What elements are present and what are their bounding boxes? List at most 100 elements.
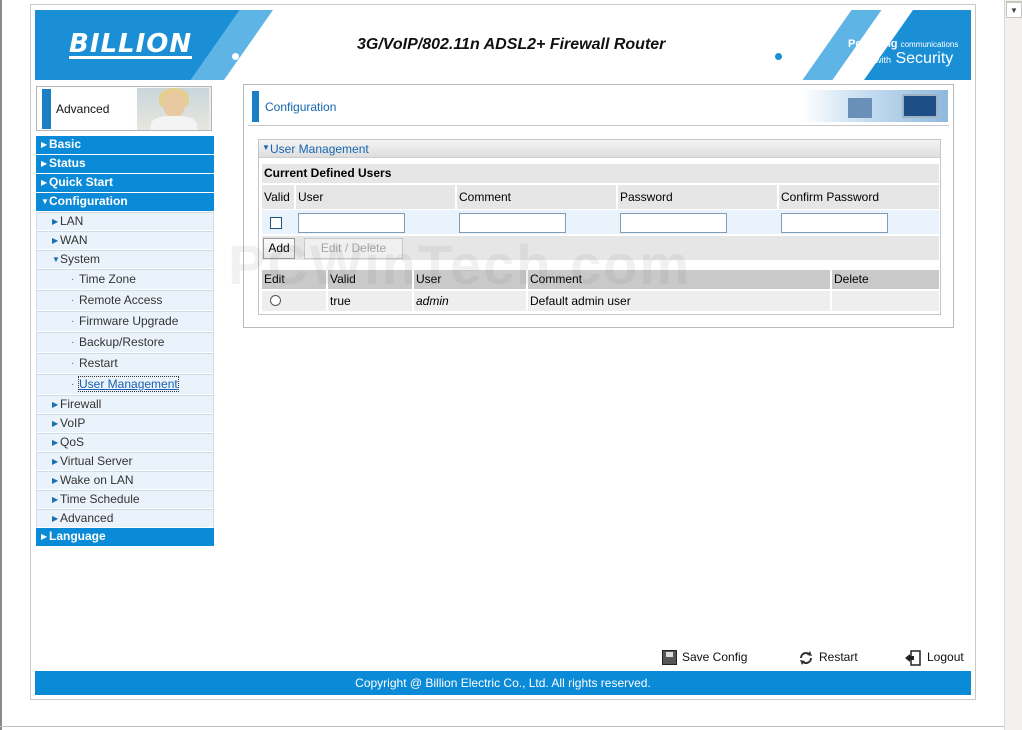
list-col-edit: Edit [262,270,326,289]
chevron-right-icon: ▶ [52,400,59,409]
copyright-bar: Copyright @ Billion Electric Co., Ltd. A… [35,671,971,695]
user-cell: admin [414,291,526,311]
bullet-icon: · [71,379,75,390]
sidebar-item-system[interactable]: ▼ System [36,250,214,269]
photo-part [151,116,197,130]
sidebar-item-label: Quick Start [49,175,114,189]
sidebar-item-label: Time Zone [79,272,136,286]
user-list-header: Edit Valid User Comment Delete [262,270,939,289]
billion-logo: BILLION [69,29,193,59]
sidebar-item-label: WAN [60,233,88,247]
save-config-label: Save Config [682,650,748,664]
sidebar-item-user-management[interactable]: · User Management [36,374,214,395]
section-title: Configuration [265,100,337,114]
photo-part [902,94,938,118]
chevron-right-icon: ▶ [52,457,59,466]
user-management-header[interactable]: ▼ User Management [259,140,940,158]
window-left-edge [0,0,2,730]
edit-cell [262,291,326,311]
sidebar-nav: ▶ Basic ▶ Status ▶ Quick Start ▼ Configuration ▶… [36,136,214,547]
sidebar-item-basic[interactable]: ▶ Basic [36,136,214,155]
main-panel: Configuration ▼ User Management Current … [243,84,954,328]
vertical-scrollbar[interactable]: ▲ ▼ [1004,0,1022,730]
panel-title: User Management [270,142,369,156]
mode-indicator: Advanced [36,86,212,131]
bullet-icon: · [71,274,75,285]
sidebar-item-label: VoIP [60,416,86,430]
chevron-right-icon: ▶ [41,140,48,149]
sidebar-item-wan[interactable]: ▶ WAN [36,231,214,250]
sidebar-item-firewall[interactable]: ▶ Firewall [36,395,214,414]
bullet-icon: · [71,316,75,327]
sidebar-item-lan[interactable]: ▶ LAN [36,212,214,231]
valid-checkbox[interactable] [270,217,282,229]
tagline-word: communications [900,40,959,49]
sidebar-item-quick-start[interactable]: ▶ Quick Start [36,174,214,193]
collapse-arrow-icon[interactable]: ▼ [262,143,270,152]
sidebar-item-label: User Management [78,376,179,392]
sidebar-item-firmware-upgrade[interactable]: · Firmware Upgrade [36,311,214,332]
user-input[interactable] [298,213,405,233]
header-banner: BILLION 3G/VoIP/802.11n ADSL2+ Firewall … [35,10,971,80]
logout-button[interactable]: Logout [904,647,964,667]
sidebar-item-label: Language [49,529,106,543]
add-button[interactable]: Add [263,238,295,259]
scroll-down-arrow-icon[interactable]: ▼ [1006,2,1022,18]
sidebar-item-label: Virtual Server [60,454,133,468]
sidebar-item-label: System [60,252,101,266]
save-config-button[interactable]: Save Config [662,647,747,667]
restart-icon [798,650,814,666]
office-photo [802,90,948,122]
edit-delete-button[interactable]: Edit / Delete [304,238,403,259]
footer-actions: Save Config Restart Logout [660,647,970,667]
chevron-down-icon: ▼ [41,197,49,206]
user-management-panel: ▼ User Management Current Defined Users … [258,139,941,315]
comment-cell: Default admin user [528,291,830,311]
sidebar-item-wake-on-lan[interactable]: ▶ Wake on LAN [36,471,214,490]
sidebar-item-label: Status [49,156,86,170]
confirm-password-input[interactable] [781,213,888,233]
sidebar-item-time-schedule[interactable]: ▶ Time Schedule [36,490,214,509]
tagline-word: Powering [848,38,898,50]
banner-dot [775,53,782,60]
banner-dot [232,53,239,60]
sidebar-item-status[interactable]: ▶ Status [36,155,214,174]
chevron-right-icon: ▶ [52,476,59,485]
sidebar-item-advanced[interactable]: ▶ Advanced [36,509,214,528]
comment-input[interactable] [459,213,566,233]
restart-button[interactable]: Restart [798,647,858,667]
photo-part [163,92,185,118]
table-row: true admin Default admin user [262,291,939,311]
sidebar-item-voip[interactable]: ▶ VoIP [36,414,214,433]
logout-label: Logout [927,650,964,664]
chevron-down-icon: ▼ [52,255,60,264]
sidebar-item-label: QoS [60,435,85,449]
edit-radio[interactable] [270,295,281,306]
sidebar-item-restart[interactable]: · Restart [36,353,214,374]
sidebar-item-label: Restart [79,356,118,370]
col-valid: Valid [262,185,294,209]
tagline-word: with [875,55,892,65]
sidebar-item-remote-access[interactable]: · Remote Access [36,290,214,311]
sidebar-item-label: Backup/Restore [79,335,165,349]
sidebar-item-label: LAN [60,214,84,228]
chevron-right-icon: ▶ [52,438,59,447]
photo-part [848,98,872,118]
chevron-right-icon: ▶ [41,532,48,541]
sidebar-item-label: Time Schedule [60,492,140,506]
sidebar-item-label: Advanced [60,511,114,525]
delete-cell [832,291,939,311]
sidebar-item-language[interactable]: ▶ Language [36,528,214,547]
sidebar-item-time-zone[interactable]: · Time Zone [36,269,214,290]
sidebar-item-label: Firmware Upgrade [79,314,179,328]
col-comment: Comment [457,185,616,209]
password-input[interactable] [620,213,727,233]
col-password: Password [618,185,777,209]
list-col-valid: Valid [328,270,412,289]
col-user: User [296,185,455,209]
sidebar-item-qos[interactable]: ▶ QoS [36,433,214,452]
form-actions-row: Add Edit / Delete [262,236,939,260]
sidebar-item-backup-restore[interactable]: · Backup/Restore [36,332,214,353]
sidebar-item-configuration[interactable]: ▼ Configuration [36,193,214,212]
sidebar-item-virtual-server[interactable]: ▶ Virtual Server [36,452,214,471]
